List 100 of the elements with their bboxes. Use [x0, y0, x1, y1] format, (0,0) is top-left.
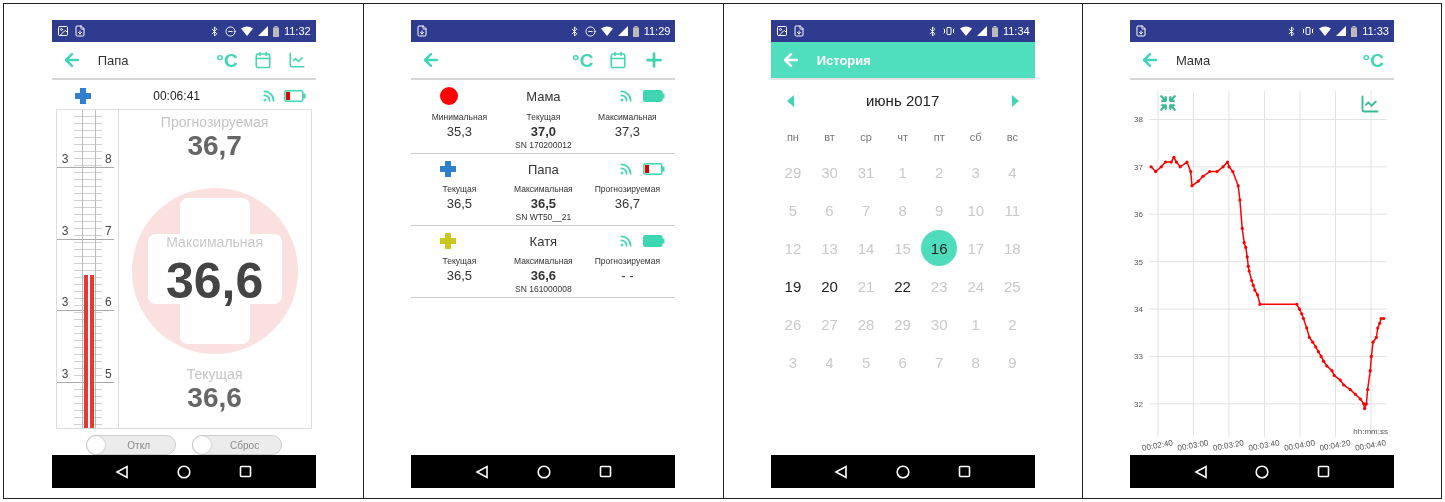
vibrate-icon: [942, 25, 955, 37]
axis-title: hh:mm:ss: [1353, 427, 1388, 436]
data-point: [1185, 160, 1189, 164]
home-icon[interactable]: [536, 464, 551, 479]
calendar-day[interactable]: 19: [774, 268, 811, 304]
stat-value: 35,3: [446, 124, 473, 139]
scale-label: 7: [104, 224, 112, 237]
scale-label: 3: [61, 224, 69, 237]
stat-value: 36,6: [530, 268, 557, 283]
clock-time: 11:29: [643, 25, 671, 37]
home-icon[interactable]: [177, 464, 192, 479]
axis-tick-label: 00:04:00: [1283, 438, 1316, 453]
home-icon[interactable]: [1255, 464, 1270, 479]
signal-icon: [976, 26, 987, 36]
scale-label: 6: [104, 296, 112, 308]
image-icon: [775, 25, 788, 37]
recent-apps-icon[interactable]: [238, 465, 252, 478]
download-icon: [1134, 25, 1147, 37]
axis-tick-label: 00:04:40: [1354, 438, 1387, 453]
reading-label: Прогнозируемая: [160, 114, 269, 130]
signal-icon: [261, 88, 276, 103]
recent-apps-icon[interactable]: [1317, 465, 1330, 478]
axis-tick-label: 00:02:40: [1141, 438, 1174, 453]
data-point: [1189, 170, 1193, 174]
screen-title: История: [816, 52, 871, 68]
axis-tick-label: 00:03:00: [1176, 438, 1209, 453]
wifi-icon: [240, 26, 253, 36]
download-icon: [73, 25, 86, 37]
axis-tick-label: 36: [1133, 210, 1143, 220]
data-point: [1368, 369, 1372, 373]
stat-value: 36,5: [530, 196, 557, 211]
axis-tick-label: 37: [1133, 162, 1143, 172]
data-point: [1245, 255, 1249, 259]
battery-icon: [272, 25, 279, 37]
data-point: [1236, 184, 1240, 188]
celsius-button[interactable]: °C: [216, 50, 238, 70]
scale-label: 3: [61, 367, 69, 380]
weekday-label: вт: [823, 130, 836, 145]
stat-label: Текущая: [442, 184, 477, 194]
weekday-label: сб: [968, 130, 983, 145]
weekday-label: чт: [896, 130, 909, 145]
axis-tick-label: 00:03:40: [1247, 438, 1280, 453]
data-point: [1305, 326, 1309, 330]
signal-icon: [619, 89, 634, 103]
axis-tick-label: 38: [1133, 115, 1143, 125]
calendar-day[interactable]: 20: [811, 268, 848, 304]
data-point: [1208, 170, 1212, 174]
stat-label: Максимальная: [514, 256, 573, 266]
calendar-day[interactable]: 22: [884, 268, 921, 304]
data-point: [1190, 184, 1194, 188]
wifi-icon: [600, 26, 613, 36]
patient-name: Папа: [526, 161, 560, 177]
stat-value: 37,0: [530, 124, 557, 139]
back-icon[interactable]: [475, 464, 490, 479]
clock-time: 11:34: [1002, 25, 1030, 37]
clock-time: 11:32: [283, 25, 311, 37]
clock-time: 11:33: [1362, 25, 1389, 37]
axis-tick-label: 33: [1133, 352, 1143, 362]
axis-tick-label: 35: [1133, 257, 1143, 267]
weekday-label: пт: [932, 130, 946, 145]
month-title: июнь 2017: [866, 92, 940, 109]
patient-card[interactable]: Мама Минимальная 35,3 Текущая 37,0 Максимальная 37,3 SN 170200012: [411, 80, 676, 154]
reading-label: Текущая: [186, 366, 243, 382]
weekday-label: ср: [859, 130, 873, 145]
serial-number: SN WT50__21: [514, 212, 573, 222]
stat-label: Минимальная: [431, 112, 487, 122]
axis-tick-label: 00:04:20: [1318, 438, 1352, 453]
celsius-button[interactable]: °C: [572, 50, 594, 70]
serial-number: SN 161000008: [514, 284, 573, 294]
back-icon[interactable]: [115, 464, 130, 479]
screen-title: Мама: [1175, 52, 1211, 68]
back-icon[interactable]: [834, 464, 849, 479]
download-icon: [792, 25, 805, 37]
vibrate-icon: [1302, 25, 1315, 37]
celsius-button[interactable]: °C: [1362, 50, 1384, 70]
stat-label: Текущая: [442, 256, 477, 266]
data-point: [1258, 302, 1262, 306]
signal-icon: [619, 234, 634, 248]
data-point: [1369, 354, 1373, 359]
stat-value: 36,7: [614, 196, 641, 211]
stat-label: Максимальная: [514, 184, 573, 194]
recent-apps-icon[interactable]: [598, 465, 612, 478]
home-icon[interactable]: [896, 464, 911, 479]
patient-card[interactable]: Папа Текущая 36,5 Максимальная 36,5 Прогнозируемая 36,7 SN WT50__21: [411, 154, 676, 226]
patient-card[interactable]: Катя Текущая 36,5 Максимальная 36,6 Прогнозируемая - - SN 161000008: [411, 226, 676, 298]
signal-icon: [619, 162, 634, 176]
weekday-label: вс: [1005, 130, 1019, 145]
download-icon: [416, 25, 429, 37]
stat-value: - -: [621, 268, 634, 283]
wifi-icon: [1319, 26, 1332, 36]
axis-tick-label: 34: [1133, 305, 1143, 315]
signal-icon: [617, 26, 628, 36]
stat-label: Прогнозируемая: [594, 184, 661, 194]
calendar-day[interactable]: 16: [921, 230, 958, 266]
patient-name: Мама: [525, 88, 562, 104]
back-icon[interactable]: [1193, 464, 1208, 479]
patient-name: Катя: [528, 233, 559, 249]
recent-apps-icon[interactable]: [957, 465, 971, 478]
data-point: [1365, 388, 1370, 392]
scale-label: 3: [61, 296, 69, 308]
